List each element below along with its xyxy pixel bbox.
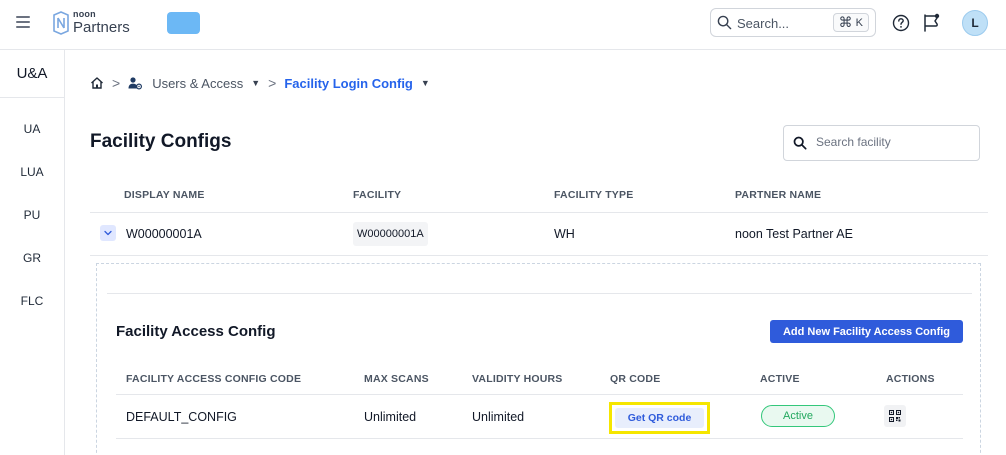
sidebar: U&A UA LUA PU GR FLC (0, 50, 65, 455)
expand-row-button[interactable] (100, 225, 116, 241)
sidebar-item-flc[interactable]: FLC (0, 279, 64, 322)
cell-partner-name: noon Test Partner AE (735, 227, 853, 241)
global-search-placeholder: Search... (737, 16, 790, 31)
column-header-facility: FACILITY (353, 189, 402, 201)
cell-validity-hours: Unlimited (472, 410, 525, 424)
facility-search-input[interactable] (816, 135, 966, 149)
menu-icon[interactable] (16, 16, 30, 28)
help-icon[interactable] (892, 14, 910, 32)
qr-action-button[interactable] (884, 405, 906, 427)
caret-down-icon[interactable]: ▼ (421, 78, 430, 88)
qr-code-highlight: Get QR code (609, 402, 710, 434)
caret-down-icon[interactable]: ▼ (251, 78, 260, 88)
cell-facility-type: WH (554, 227, 575, 241)
column-header-partner-name: PARTNER NAME (735, 189, 822, 201)
add-facility-access-config-button[interactable]: Add New Facility Access Config (770, 320, 963, 343)
access-config-table-header: FACILITY ACCESS CONFIG CODE MAX SCANS VA… (116, 363, 963, 395)
command-key-icon: ⌘ (838, 14, 853, 30)
sidebar-item-ua[interactable]: UA (0, 107, 64, 150)
section-title: Facility Access Config (116, 323, 276, 340)
logo-small-text: noon (73, 9, 96, 19)
column-header-validity-hours: VALIDITY HOURS (472, 373, 563, 385)
breadcrumb: > Users & Access ▼ > Facility Login Conf… (90, 74, 430, 92)
status-badge: Active (761, 405, 835, 427)
sidebar-nav: UA LUA PU GR FLC (0, 50, 64, 322)
chevron-right-icon: > (112, 75, 121, 91)
search-icon (793, 136, 807, 150)
noon-partners-logo-icon (53, 10, 69, 35)
table-row: DEFAULT_CONFIG Unlimited Unlimited Get Q… (116, 395, 963, 439)
qr-code-icon (889, 410, 901, 422)
chevron-right-icon: > (268, 75, 277, 91)
home-icon[interactable] (90, 76, 104, 90)
search-icon (717, 15, 732, 30)
breadcrumb-users-access[interactable]: Users & Access (152, 76, 243, 91)
breadcrumb-facility-login-config[interactable]: Facility Login Config (284, 76, 413, 91)
column-header-max-scans: MAX SCANS (364, 373, 429, 385)
global-search-input[interactable]: Search... ⌘ K (710, 8, 876, 37)
cell-config-code: DEFAULT_CONFIG (126, 410, 237, 424)
column-header-qr-code: QR CODE (610, 373, 661, 385)
facility-chip: W00000001A (353, 222, 428, 246)
column-header-facility-type: FACILITY TYPE (554, 189, 634, 201)
table-row[interactable]: W00000001A W00000001A WH noon Test Partn… (90, 213, 988, 256)
environment-chip[interactable] (167, 12, 200, 34)
cell-max-scans: Unlimited (364, 410, 417, 424)
search-shortcut-badge: ⌘ K (832, 13, 869, 32)
divider (107, 293, 972, 294)
sidebar-item-gr[interactable]: GR (0, 236, 64, 279)
logo[interactable]: noon Partners (52, 10, 130, 35)
column-header-config-code: FACILITY ACCESS CONFIG CODE (126, 373, 302, 385)
chevron-down-icon (104, 230, 112, 236)
shortcut-key: K (855, 16, 863, 29)
sidebar-item-pu[interactable]: PU (0, 193, 64, 236)
page-title: Facility Configs (90, 131, 232, 152)
logo-big-text: Partners (73, 19, 130, 36)
get-qr-code-button[interactable]: Get QR code (615, 408, 704, 428)
feedback-flag-icon[interactable] (922, 13, 940, 33)
sidebar-item-lua[interactable]: LUA (0, 150, 64, 193)
cell-display-name: W00000001A (126, 227, 202, 241)
column-header-active: ACTIVE (760, 373, 800, 385)
facility-table-header: DISPLAY NAME FACILITY FACILITY TYPE PART… (90, 178, 988, 213)
avatar[interactable]: L (962, 10, 988, 36)
column-header-actions: ACTIONS (886, 373, 935, 385)
facility-access-config-panel: Facility Access Config Add New Facility … (96, 263, 981, 455)
users-icon (128, 77, 143, 90)
top-bar: noon Partners Search... ⌘ K L (0, 0, 1006, 50)
column-header-display-name: DISPLAY NAME (124, 189, 205, 201)
facility-search-field[interactable] (783, 125, 980, 161)
